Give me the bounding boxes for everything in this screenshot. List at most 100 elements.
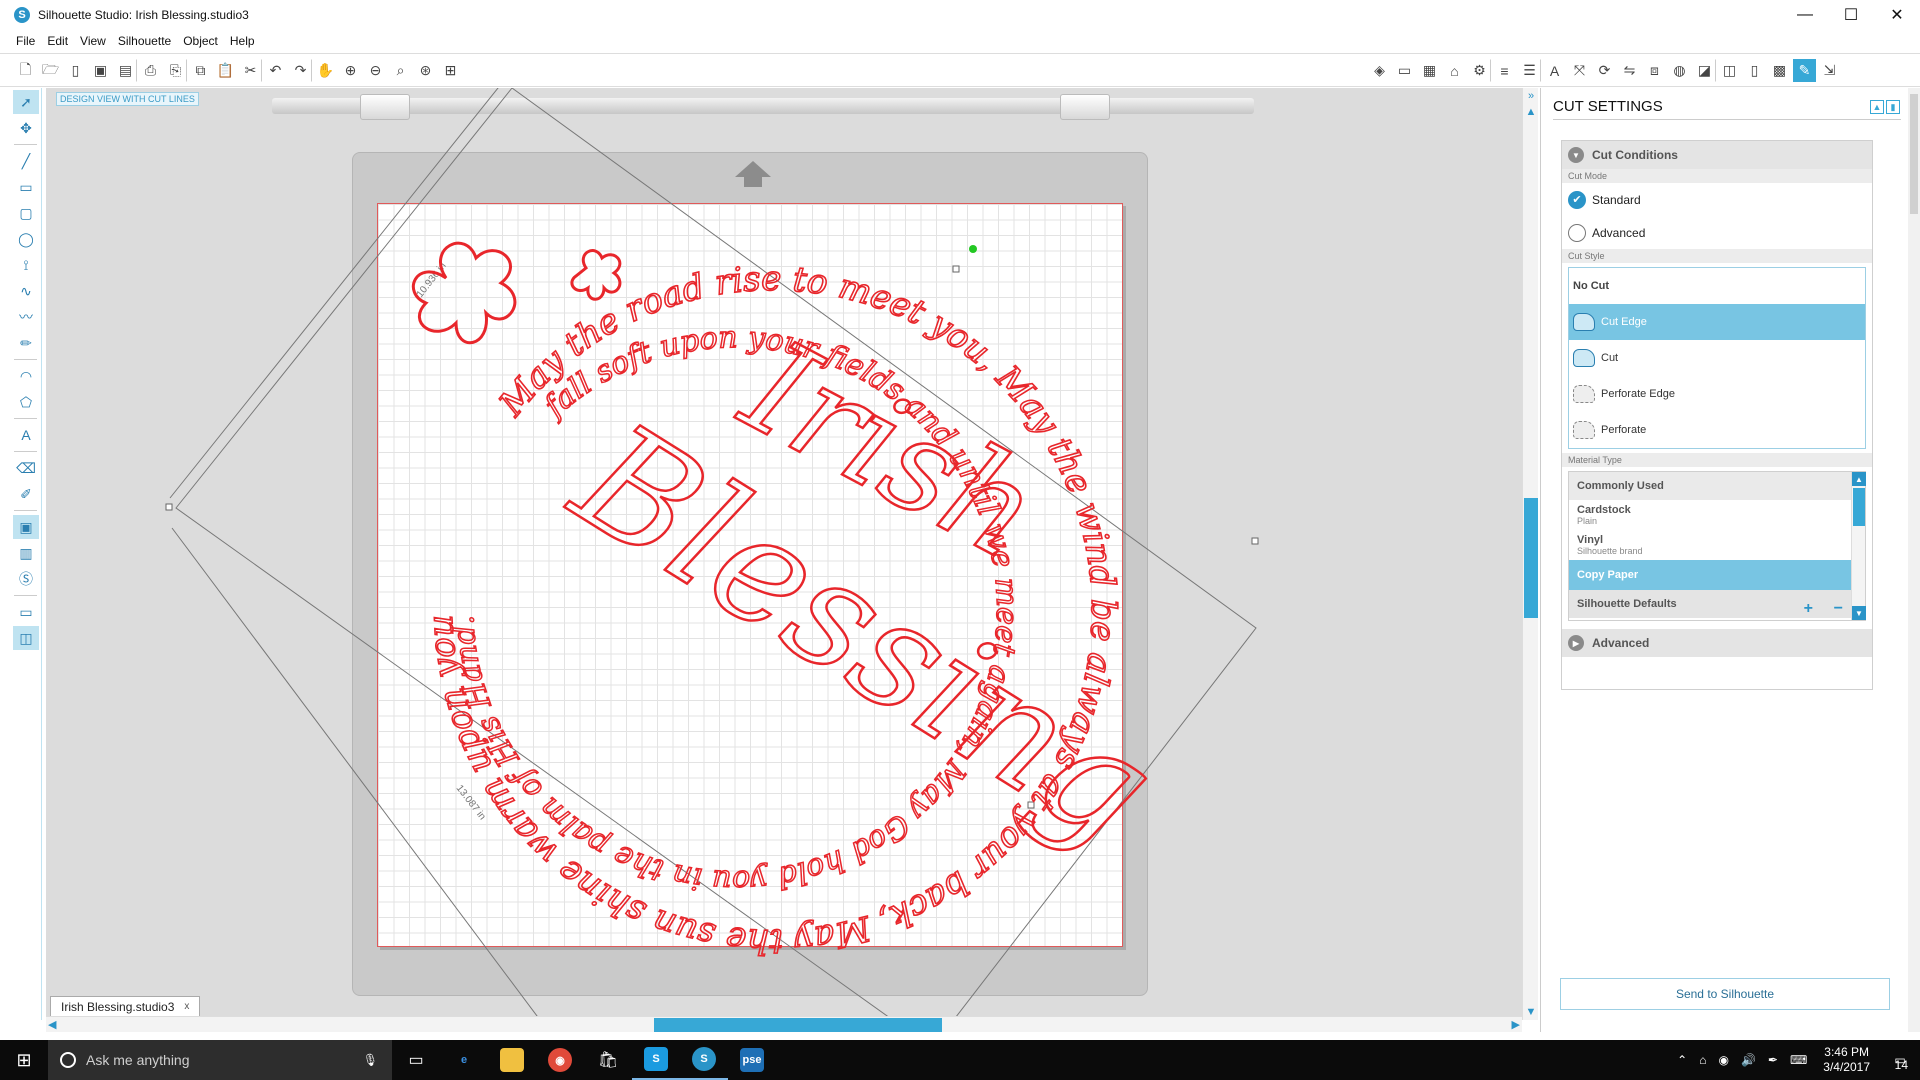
scroll-thumb[interactable] (1524, 498, 1538, 618)
advanced-header[interactable]: ▶ Advanced (1562, 629, 1872, 657)
new-file-icon[interactable]: 🗋 (14, 59, 37, 82)
add-material-icon[interactable]: + (1804, 600, 1813, 618)
freehand-tool-icon[interactable]: 〰 (13, 305, 39, 329)
library-view-icon[interactable]: ▥ (13, 541, 39, 565)
library-panel-icon[interactable]: ▩ (1768, 59, 1791, 82)
grid-icon[interactable]: ▦ (1418, 59, 1441, 82)
show-hidden-icons-icon[interactable]: ⌃ (1677, 1053, 1687, 1067)
regular-polygon-icon[interactable]: ⬠ (13, 390, 39, 414)
style-perforate[interactable]: Perforate (1569, 412, 1865, 448)
mirror-icon[interactable]: ⇋ (1618, 59, 1641, 82)
send-to-silhouette-button[interactable]: Send to Silhouette (1560, 978, 1890, 1010)
material-selected[interactable]: Copy Paper (1569, 560, 1865, 590)
panel-pin-icon[interactable]: ▮ (1886, 100, 1900, 114)
hscroll-thumb[interactable] (654, 1018, 942, 1032)
panel-collapse-icon[interactable]: ▲ (1870, 100, 1884, 114)
offset-icon[interactable]: ◪ (1693, 59, 1716, 82)
fill-color-icon[interactable]: ◈ (1368, 59, 1391, 82)
style-cut-edge[interactable]: Cut Edge (1569, 304, 1865, 340)
menu-object[interactable]: Object (177, 34, 224, 48)
text-tool-icon[interactable]: A (13, 423, 39, 447)
save-to-library-icon[interactable]: ▤ (114, 59, 137, 82)
pan-hand-icon[interactable]: ✋ (314, 59, 337, 82)
design-page[interactable] (377, 203, 1123, 947)
print-cut-icon[interactable]: ⎘ (164, 59, 187, 82)
action-center-icon[interactable]: ▭ 14 (1886, 1046, 1914, 1074)
material-item[interactable]: Vinyl Silhouette brand (1569, 530, 1865, 560)
knife-tool-icon[interactable]: ✐ (13, 482, 39, 506)
split-view-icon[interactable]: ◫ (13, 626, 39, 650)
scroll-left-icon[interactable]: ◀ (48, 1018, 56, 1031)
material-item[interactable]: Cardstock Plain (1569, 500, 1865, 530)
redo-icon[interactable]: ↷ (289, 59, 312, 82)
modify-icon[interactable]: ◍ (1668, 59, 1691, 82)
point-edit-icon[interactable]: ✥ (13, 116, 39, 140)
store-icon[interactable]: ⚙ (1468, 59, 1491, 82)
line-tool-icon[interactable]: ╱ (13, 149, 39, 173)
skype-icon[interactable]: S (632, 1040, 680, 1080)
drag-zoom-icon[interactable]: ⊛ (414, 59, 437, 82)
remove-material-icon[interactable]: − (1834, 600, 1843, 618)
curve-tool-icon[interactable]: ∿ (13, 279, 39, 303)
arc-tool-icon[interactable]: ◠ (13, 364, 39, 388)
maximize-button[interactable]: ☐ (1828, 0, 1874, 30)
menu-view[interactable]: View (74, 34, 112, 48)
replicate-icon[interactable]: ⧈ (1643, 59, 1666, 82)
line-style-icon[interactable]: ☰ (1518, 59, 1541, 82)
resize-handle[interactable] (165, 503, 173, 511)
panel-scroll-thumb[interactable] (1910, 94, 1918, 214)
style-perforate-edge[interactable]: Perforate Edge (1569, 376, 1865, 412)
edge-browser-icon[interactable]: e (440, 1040, 488, 1080)
design-canvas[interactable]: DESIGN VIEW WITH CUT LINES 10.936 in 13.… (46, 88, 1522, 1020)
cut-conditions-header[interactable]: ▼ Cut Conditions (1562, 141, 1872, 169)
single-view-icon[interactable]: ▭ (13, 600, 39, 624)
volume-icon[interactable]: 🔊 (1741, 1053, 1756, 1067)
menu-file[interactable]: File (10, 34, 41, 48)
canvas-horizontal-scrollbar[interactable]: ◀ ▶ (46, 1016, 1522, 1032)
open-file-icon[interactable]: 🗁 (39, 59, 62, 82)
cortana-search-box[interactable]: Ask me anything 🎙 (48, 1040, 392, 1080)
radio-empty-icon[interactable] (1568, 223, 1586, 242)
ellipse-tool-icon[interactable]: ◯ (13, 227, 39, 251)
material-scroll-up-icon[interactable]: ▲ (1852, 472, 1866, 486)
fit-to-window-icon[interactable]: ⊞ (439, 59, 462, 82)
close-tab-icon[interactable]: x (184, 1001, 189, 1012)
rounded-rect-tool-icon[interactable]: ▢ (13, 201, 39, 225)
mode-advanced[interactable]: Advanced (1562, 216, 1872, 249)
mode-standard[interactable]: ✔ Standard (1562, 183, 1872, 216)
file-explorer-icon[interactable] (488, 1040, 536, 1080)
paste-icon[interactable]: 📋 (214, 59, 237, 82)
text-style-icon[interactable]: A (1543, 59, 1566, 82)
select-arrow-icon[interactable]: ➚ (13, 90, 39, 114)
page-setup-icon[interactable]: ▭ (1393, 59, 1416, 82)
material-group-footer[interactable]: Silhouette Defaults (1569, 590, 1865, 618)
undo-icon[interactable]: ↶ (264, 59, 287, 82)
network-icon[interactable]: ⌂ (1699, 1053, 1706, 1067)
menu-edit[interactable]: Edit (41, 34, 74, 48)
material-scroll-thumb[interactable] (1853, 488, 1865, 526)
microphone-icon[interactable]: 🎙 (363, 1053, 378, 1067)
windows-start-icon[interactable]: ⊞ (0, 1040, 48, 1080)
copy-icon[interactable]: ⧉ (189, 59, 212, 82)
checkmark-icon[interactable]: ✔ (1568, 190, 1586, 209)
scroll-down-icon[interactable]: ▼ (1523, 1004, 1539, 1020)
panel-scrollbar[interactable] (1908, 88, 1920, 1032)
chrome-icon[interactable]: ◉ (536, 1040, 584, 1080)
save-icon[interactable]: ▣ (89, 59, 112, 82)
design-view-icon[interactable]: ▣ (13, 515, 39, 539)
task-view-icon[interactable]: ▭ (392, 1040, 440, 1080)
clock[interactable]: 3:46 PM 3/4/2017 (1823, 1045, 1870, 1075)
scroll-collapse-icon[interactable]: » (1523, 88, 1539, 104)
close-button[interactable]: ✕ (1874, 0, 1920, 30)
cut-settings-icon[interactable]: ✎ (1793, 59, 1816, 82)
polygon-tool-icon[interactable]: ⟟ (13, 253, 39, 277)
send-panel-icon[interactable]: ▯ (1743, 59, 1766, 82)
style-no-cut[interactable]: No Cut (1569, 268, 1865, 304)
store-icon[interactable]: 🛍 (584, 1040, 632, 1080)
store-view-icon[interactable]: Ⓢ (13, 567, 39, 591)
scroll-up-icon[interactable]: ▲ (1523, 104, 1539, 120)
pencil-tool-icon[interactable]: ✏ (13, 331, 39, 355)
material-scrollbar[interactable]: ▲ ▼ (1851, 472, 1866, 620)
menu-help[interactable]: Help (224, 34, 261, 48)
wifi-icon[interactable]: ◉ (1718, 1053, 1728, 1067)
